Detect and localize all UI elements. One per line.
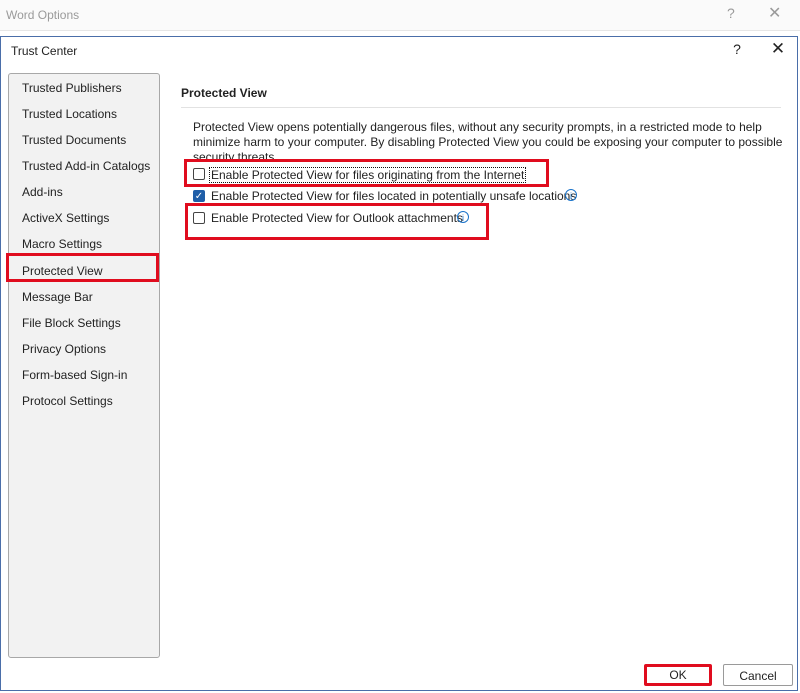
- sidebar-item-add-ins[interactable]: Add-ins: [22, 185, 63, 199]
- sidebar-item-privacy-options[interactable]: Privacy Options: [22, 342, 106, 356]
- sidebar-item-protocol-settings[interactable]: Protocol Settings: [22, 394, 113, 408]
- word-options-close-button[interactable]: ✕: [768, 3, 781, 23]
- sidebar-item-trusted-documents[interactable]: Trusted Documents: [22, 133, 126, 147]
- outlook-attachments-highlight-box: [185, 203, 489, 240]
- sidebar-item-trusted-add-in-catalogs[interactable]: Trusted Add-in Catalogs: [22, 159, 150, 173]
- unsafe-locations-label[interactable]: Enable Protected View for files located …: [211, 189, 576, 203]
- dialog-title: Trust Center: [11, 44, 78, 58]
- sidebar-item-macro-settings[interactable]: Macro Settings: [22, 237, 102, 251]
- close-button[interactable]: ✕: [769, 39, 787, 59]
- internet-files-highlight-box: [184, 159, 549, 187]
- sidebar-item-file-block-settings[interactable]: File Block Settings: [22, 316, 121, 330]
- dialog-titlebar: Trust Center ? ✕: [1, 37, 797, 65]
- word-options-title: Word Options: [6, 8, 80, 22]
- ok-button[interactable]: OK: [644, 664, 712, 686]
- unsafe-locations-checkbox[interactable]: ✓: [193, 190, 205, 202]
- trust-center-dialog: Trust Center ? ✕ Trusted Publishers Trus…: [0, 36, 798, 691]
- section-divider: [181, 107, 781, 108]
- sidebar-item-activex-settings[interactable]: ActiveX Settings: [22, 211, 109, 225]
- info-icon[interactable]: i: [565, 189, 577, 201]
- protected-view-description: Protected View opens potentially dangero…: [193, 120, 783, 160]
- protected-view-highlight-box: [6, 253, 159, 282]
- help-button[interactable]: ?: [729, 41, 745, 59]
- word-options-help-button[interactable]: ?: [727, 5, 735, 21]
- cancel-button[interactable]: Cancel: [723, 664, 793, 686]
- sidebar-item-form-based-sign-in[interactable]: Form-based Sign-in: [22, 368, 127, 382]
- word-options-titlebar: Word Options ? ✕: [0, 0, 800, 31]
- trust-center-sidebar: Trusted Publishers Trusted Locations Tru…: [8, 73, 160, 658]
- section-title: Protected View: [181, 86, 267, 100]
- sidebar-item-trusted-publishers[interactable]: Trusted Publishers: [22, 81, 122, 95]
- sidebar-item-message-bar[interactable]: Message Bar: [22, 290, 93, 304]
- sidebar-item-trusted-locations[interactable]: Trusted Locations: [22, 107, 117, 121]
